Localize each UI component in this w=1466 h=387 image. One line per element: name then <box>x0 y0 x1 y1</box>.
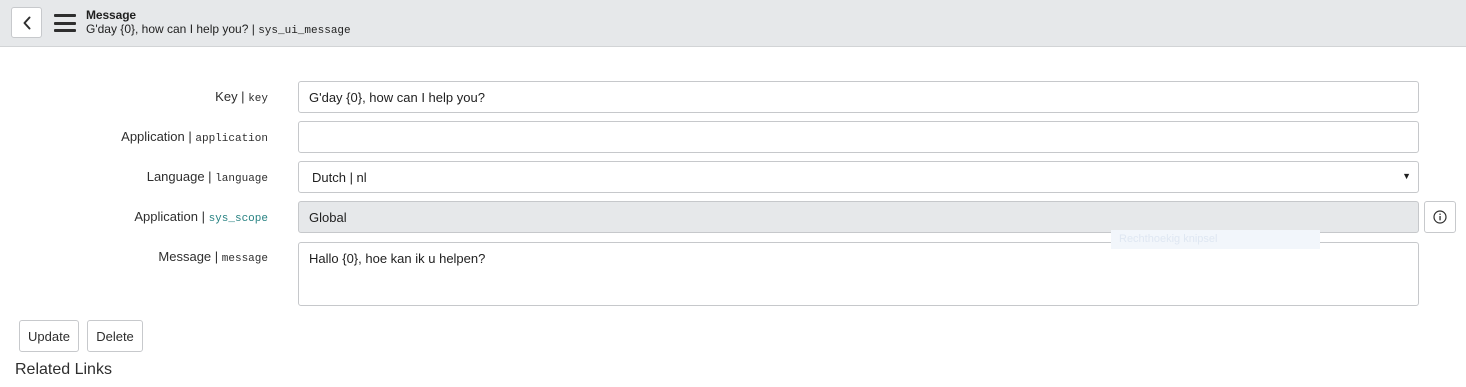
snipping-tool-overlay: Rechthoekig knipsel <box>1111 230 1320 249</box>
key-field-name: key <box>248 93 268 105</box>
page-subtitle: G'day {0}, how can I help you? | sys_ui_… <box>86 22 351 37</box>
page-title: Message <box>86 8 136 22</box>
application-label: Application | application <box>121 129 268 145</box>
table-name: sys_ui_message <box>258 25 351 37</box>
back-button[interactable] <box>11 7 42 38</box>
update-button[interactable]: Update <box>19 320 79 352</box>
scope-label: Application | sys_scope <box>134 209 268 225</box>
application-input[interactable] <box>298 121 1419 153</box>
chevron-left-icon <box>23 16 30 29</box>
hamburger-menu-icon[interactable] <box>54 14 76 32</box>
language-select[interactable]: Dutch | nl ▼ <box>298 161 1419 193</box>
language-label: Language | language <box>146 169 268 185</box>
scope-field-name[interactable]: sys_scope <box>209 213 268 225</box>
info-circle-icon <box>1433 210 1447 224</box>
message-field-name: message <box>221 253 268 265</box>
application-field-name: application <box>195 133 268 145</box>
delete-button[interactable]: Delete <box>87 320 143 352</box>
language-field-name: language <box>215 173 268 185</box>
message-textarea[interactable]: Hallo {0}, hoe kan ik u helpen? <box>298 242 1419 306</box>
form-header: Message G'day {0}, how can I help you? |… <box>0 0 1466 47</box>
triangle-down-icon: ▼ <box>1402 171 1411 181</box>
key-input[interactable]: G'day {0}, how can I help you? <box>298 81 1419 113</box>
record-display-value: G'day {0}, how can I help you? | <box>86 22 255 36</box>
message-label: Message | message <box>158 249 268 265</box>
related-links-heading: Related Links <box>15 361 112 378</box>
scope-info-button[interactable] <box>1424 201 1456 233</box>
key-label: Key | key <box>215 89 268 105</box>
scope-readonly-field: Global <box>298 201 1419 233</box>
